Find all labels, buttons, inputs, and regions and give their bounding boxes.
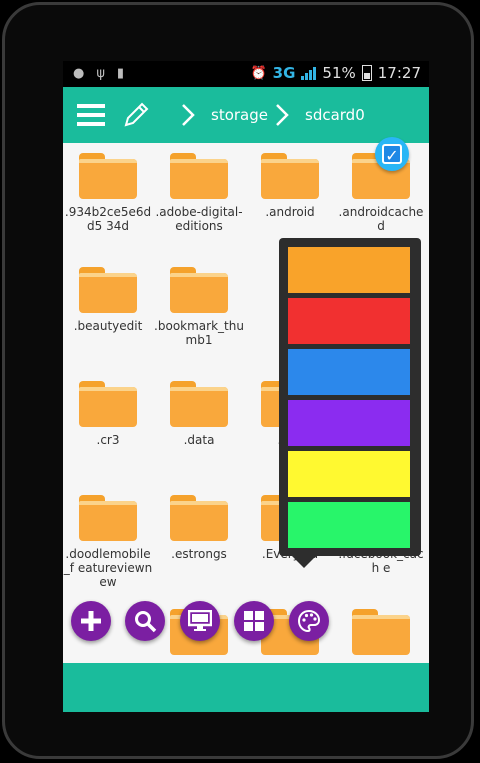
- folder-item[interactable]: .doodlemobile_f eatureviewnew: [63, 485, 153, 589]
- add-icon: [81, 611, 101, 631]
- folder-icon: [170, 153, 228, 199]
- color-swatch-orange[interactable]: [288, 247, 410, 293]
- notification-icon: ●: [73, 66, 85, 81]
- hamburger-icon[interactable]: [77, 87, 105, 143]
- color-swatch-green[interactable]: [288, 502, 410, 548]
- folder-label: .934b2ce5e6dd5 34d: [64, 205, 152, 233]
- folder-label: .adobe-digital- editions: [155, 205, 243, 233]
- folder-label: .beautyedit: [73, 319, 143, 333]
- toolbar: storage sdcard0: [63, 87, 429, 143]
- alarm-icon: ⏰: [250, 65, 267, 81]
- folder-icon: [170, 381, 228, 427]
- color-swatch-blue[interactable]: [288, 349, 410, 395]
- sd-icon: ▮: [116, 66, 125, 81]
- folder-label: .android: [265, 205, 315, 219]
- folder-item[interactable]: .estrongs: [154, 485, 244, 561]
- chevron-right-icon: [181, 87, 195, 143]
- folder-item[interactable]: .bookmark_thu mb1: [154, 257, 244, 347]
- popup-arrow: [292, 556, 316, 568]
- folder-item[interactable]: .beautyedit: [63, 257, 153, 333]
- folder-item[interactable]: .android: [245, 143, 335, 219]
- palette-button[interactable]: [289, 601, 329, 641]
- color-palette-popup: [279, 238, 421, 568]
- pencil-icon[interactable]: [123, 87, 149, 143]
- folder-icon: [170, 267, 228, 313]
- search-button[interactable]: [125, 601, 165, 641]
- folder-icon: [261, 153, 319, 199]
- folder-label: .bookmark_thu mb1: [154, 319, 244, 347]
- select-all-checkbox[interactable]: ✓: [375, 137, 409, 171]
- network-type: 3G: [272, 64, 296, 82]
- folder-label: .androidcached: [338, 205, 424, 233]
- folder-item[interactable]: [336, 599, 426, 655]
- status-bar: ● ψ ▮ ⏰ 3G 51% 17:27: [63, 61, 429, 87]
- folder-item[interactable]: .934b2ce5e6dd5 34d: [63, 143, 153, 233]
- folder-item[interactable]: .cr3: [63, 371, 153, 447]
- chevron-right-icon: [275, 87, 289, 143]
- grid-view-button[interactable]: [234, 601, 274, 641]
- folder-icon: [79, 495, 137, 541]
- folder-label: .data: [183, 433, 215, 447]
- folder-item[interactable]: .data: [154, 371, 244, 447]
- screen: ● ψ ▮ ⏰ 3G 51% 17:27 storage sdcard0 .93…: [63, 61, 429, 712]
- color-swatch-red[interactable]: [288, 298, 410, 344]
- battery-icon: [361, 65, 372, 81]
- palette-icon: [297, 609, 321, 633]
- folder-icon: [79, 267, 137, 313]
- grid-view-icon: [244, 611, 264, 631]
- folder-icon: [79, 381, 137, 427]
- folder-icon: [170, 495, 228, 541]
- folder-label: .estrongs: [171, 547, 227, 561]
- folder-label: .doodlemobile_f eatureviewnew: [63, 547, 153, 589]
- breadcrumb-storage[interactable]: storage: [211, 87, 268, 143]
- monitor-button[interactable]: [180, 601, 220, 641]
- tablet-frame: ● ψ ▮ ⏰ 3G 51% 17:27 storage sdcard0 .93…: [2, 2, 474, 759]
- breadcrumb-sdcard0[interactable]: sdcard0: [305, 87, 365, 143]
- check-icon: ✓: [382, 144, 402, 165]
- color-swatch-purple[interactable]: [288, 400, 410, 446]
- signal-icon: [301, 66, 317, 80]
- folder-icon: [79, 153, 137, 199]
- add-button[interactable]: [71, 601, 111, 641]
- bottom-bar: [63, 663, 429, 712]
- battery-percent: 51%: [322, 64, 356, 82]
- search-icon: [135, 611, 157, 633]
- color-swatch-yellow[interactable]: [288, 451, 410, 497]
- clock: 17:27: [377, 64, 421, 82]
- folder-item[interactable]: .adobe-digital- editions: [154, 143, 244, 233]
- monitor-icon: [188, 610, 212, 631]
- folder-label: .cr3: [96, 433, 120, 447]
- folder-icon: [352, 609, 410, 655]
- usb-icon: ψ: [96, 66, 105, 81]
